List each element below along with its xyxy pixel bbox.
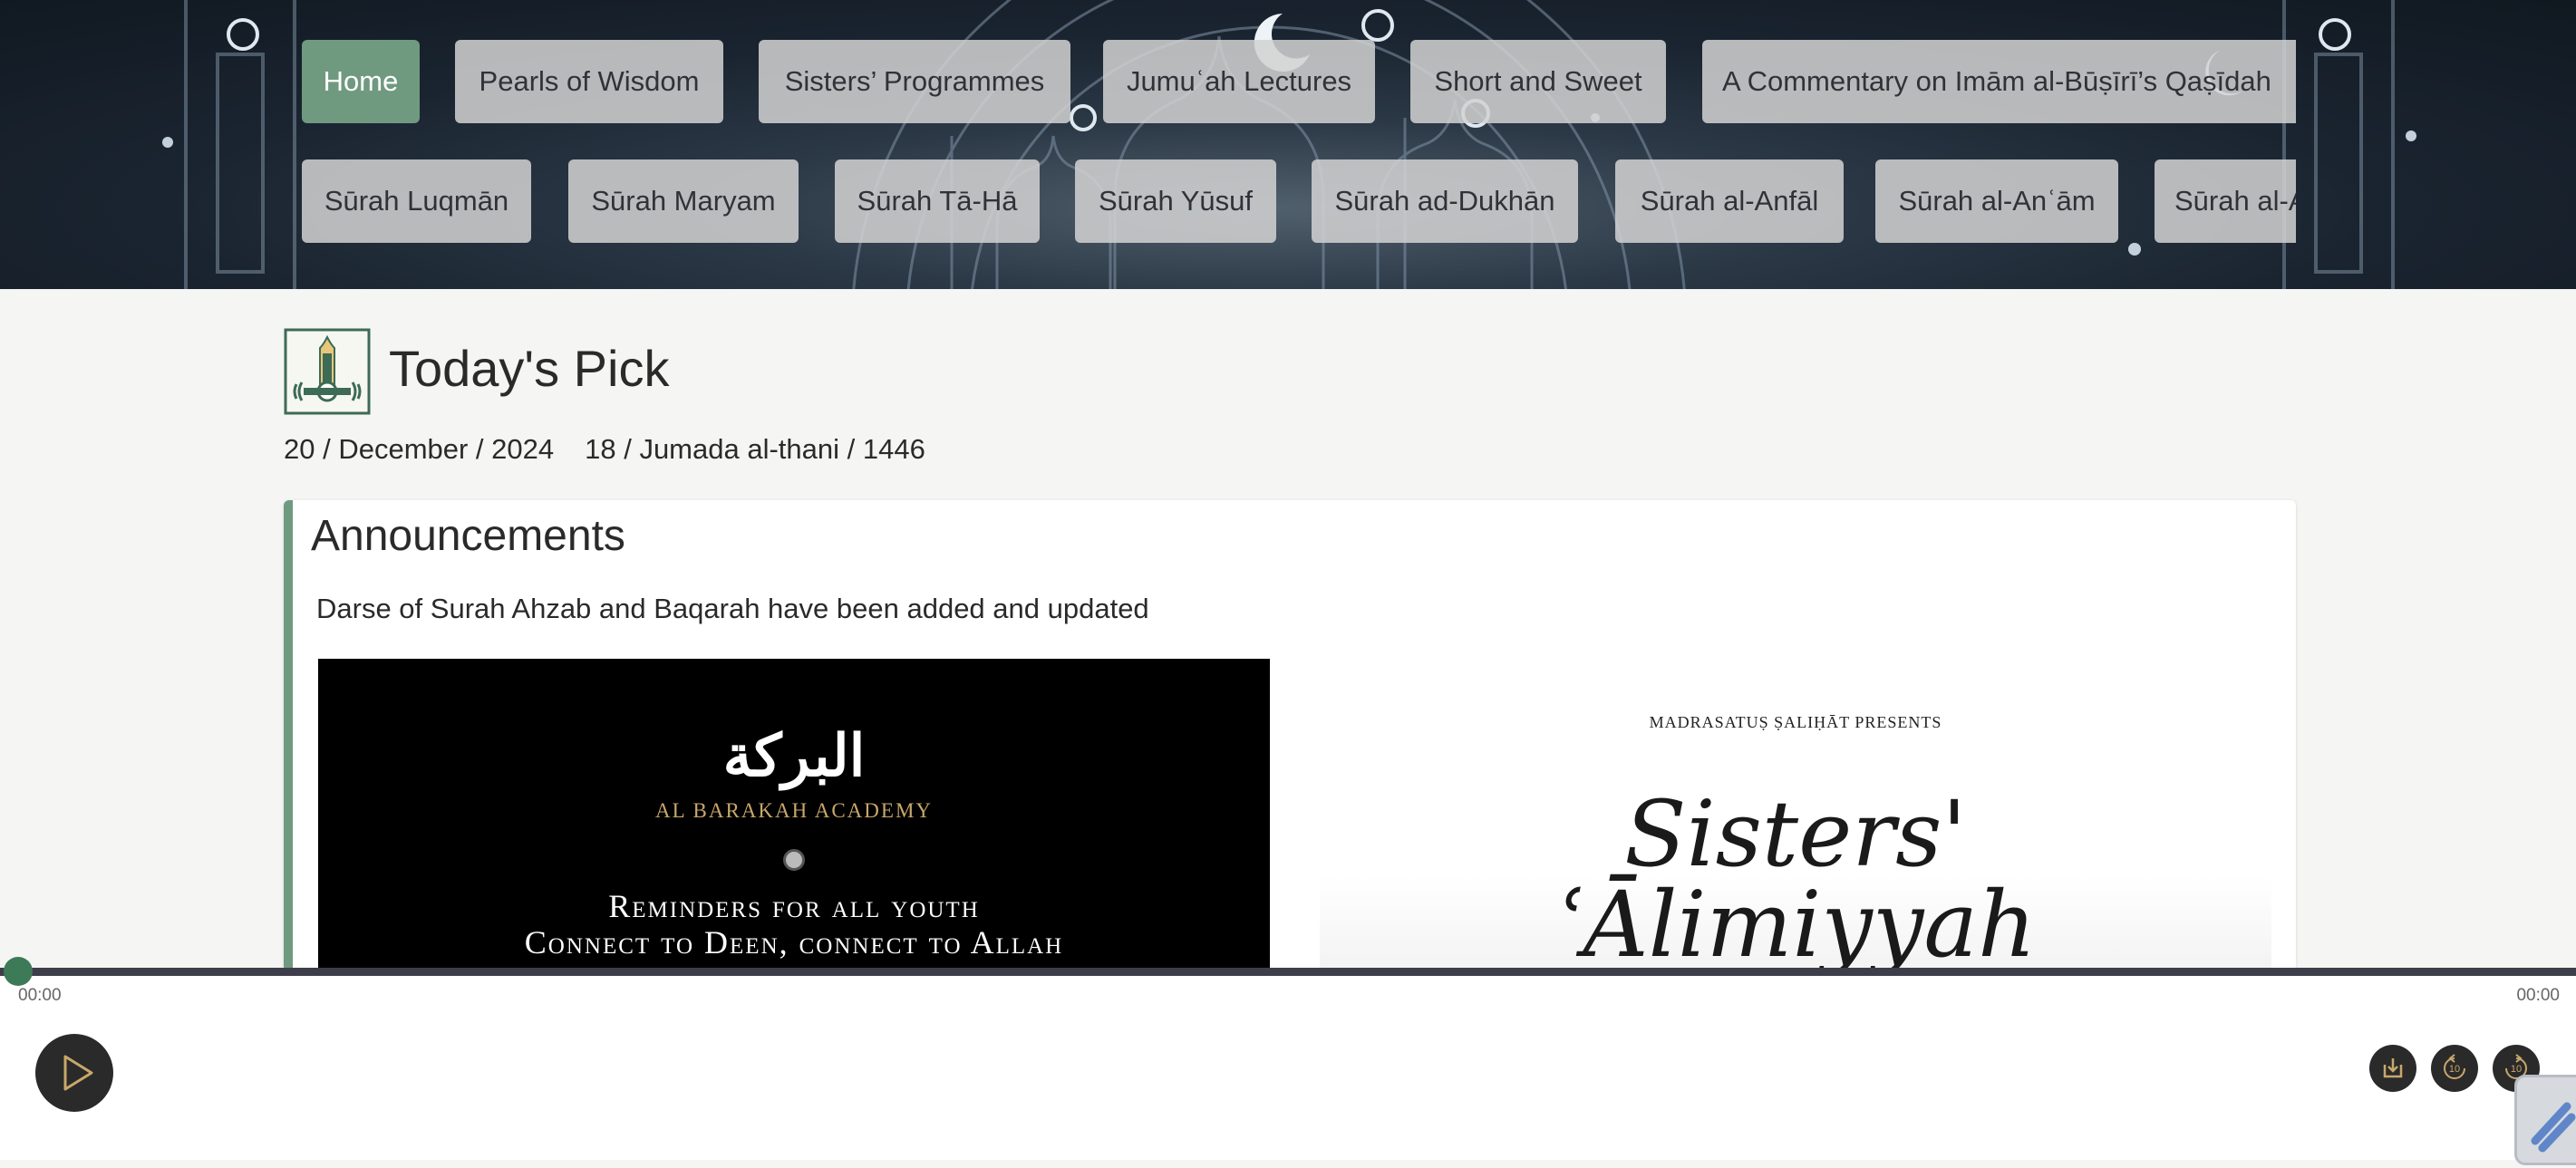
announcement-text: Darse of Surah Ahzab and Baqarah have be… <box>316 593 1149 624</box>
progress-track[interactable] <box>0 957 2576 986</box>
poster-academy-name: AL BARAKAH ACADEMY <box>654 799 934 822</box>
total-time: 00:00 <box>2516 986 2560 1005</box>
leaf-logo-icon <box>2531 1102 2576 1153</box>
nav-surah-al-anam-button[interactable]: Sūrah al-Anʿām <box>1875 159 2118 243</box>
mosque-minaret-logo-icon <box>284 328 371 415</box>
floating-widget-button[interactable] <box>2514 1075 2576 1165</box>
nav-surah-taha-button[interactable]: Sūrah Tā-Hā <box>835 159 1040 243</box>
nav-surah-al-a-button[interactable]: Sūrah al-A <box>2155 159 2296 243</box>
rewind-10-button[interactable]: 10 <box>2431 1045 2478 1092</box>
nav-surah-yusuf-button[interactable]: Sūrah Yūsuf <box>1075 159 1276 243</box>
play-button[interactable] <box>35 1034 113 1112</box>
sisters-alimiyyah-poster[interactable]: MADRASATUṢ ṢALIḤĀT PRESENTS Sisters' ʿĀl… <box>1320 659 2271 971</box>
announcements-heading: Announcements <box>311 512 625 560</box>
poster-line-2: Connect to Deen, connect to Allah <box>524 924 1064 960</box>
audio-player: 00:00 00:00 10 10 <box>0 957 2576 1165</box>
nav-surah-ad-dukhan-button[interactable]: Sūrah ad-Dukhān <box>1312 159 1578 243</box>
poster-line-1: Reminders for all youth <box>608 888 980 924</box>
rewind-10-icon: 10 <box>2444 1054 2465 1079</box>
date-line: 20 / December / 2024 18 / Jumada al-thani… <box>284 433 925 466</box>
poster-arabic-title: البركة <box>722 722 866 790</box>
download-button[interactable] <box>2369 1045 2416 1092</box>
poster-presents-line: MADRASATUṢ ṢALIḤĀT PRESENTS <box>1649 713 1942 731</box>
forward-label: 10 <box>2511 1064 2522 1075</box>
nav-home-button[interactable]: Home <box>302 40 420 123</box>
nav-jumuah-lectures-button[interactable]: Jumuʿah Lectures <box>1103 40 1375 123</box>
nav-sisters-programmes-button[interactable]: Sisters’ Programmes <box>759 40 1070 123</box>
poster-title-line-2: ʿĀlimiyyah <box>1554 872 2037 971</box>
rewind-label: 10 <box>2449 1064 2460 1075</box>
nav-short-and-sweet-button[interactable]: Short and Sweet <box>1410 40 1666 123</box>
nav-surah-luqman-button[interactable]: Sūrah Luqmān <box>302 159 531 243</box>
nav-row-surahs: Sūrah Luqmān Sūrah Maryam Sūrah Tā-Hā Sū… <box>302 159 2296 243</box>
progress-thumb[interactable] <box>4 957 33 986</box>
nav-row-categories: Home Pearls of Wisdom Sisters’ Programme… <box>302 40 2296 123</box>
gregorian-date: 20 / December / 2024 <box>284 433 555 465</box>
download-icon <box>2383 1058 2403 1078</box>
nav-surah-maryam-button[interactable]: Sūrah Maryam <box>568 159 799 243</box>
hijri-date: 18 / Jumada al-thani / 1446 <box>585 433 925 465</box>
nav-pearls-of-wisdom-button[interactable]: Pearls of Wisdom <box>455 40 723 123</box>
current-time: 00:00 <box>18 986 62 1005</box>
nav-qasidah-commentary-button[interactable]: A Commentary on Imām al-Būṣīrī’s Qaṣīdah <box>1702 40 2296 123</box>
page-title: Today's Pick <box>389 340 670 397</box>
announcements-card: Announcements Darse of Surah Ahzab and B… <box>284 500 2296 971</box>
nav-surah-al-anfal-button[interactable]: Sūrah al-Anfāl <box>1615 159 1844 243</box>
al-barakah-poster[interactable]: البركة AL BARAKAH ACADEMY Reminders for … <box>318 659 1270 971</box>
header-banner: Home Pearls of Wisdom Sisters’ Programme… <box>0 0 2576 289</box>
seal-icon <box>783 849 805 871</box>
play-icon <box>63 1055 93 1091</box>
